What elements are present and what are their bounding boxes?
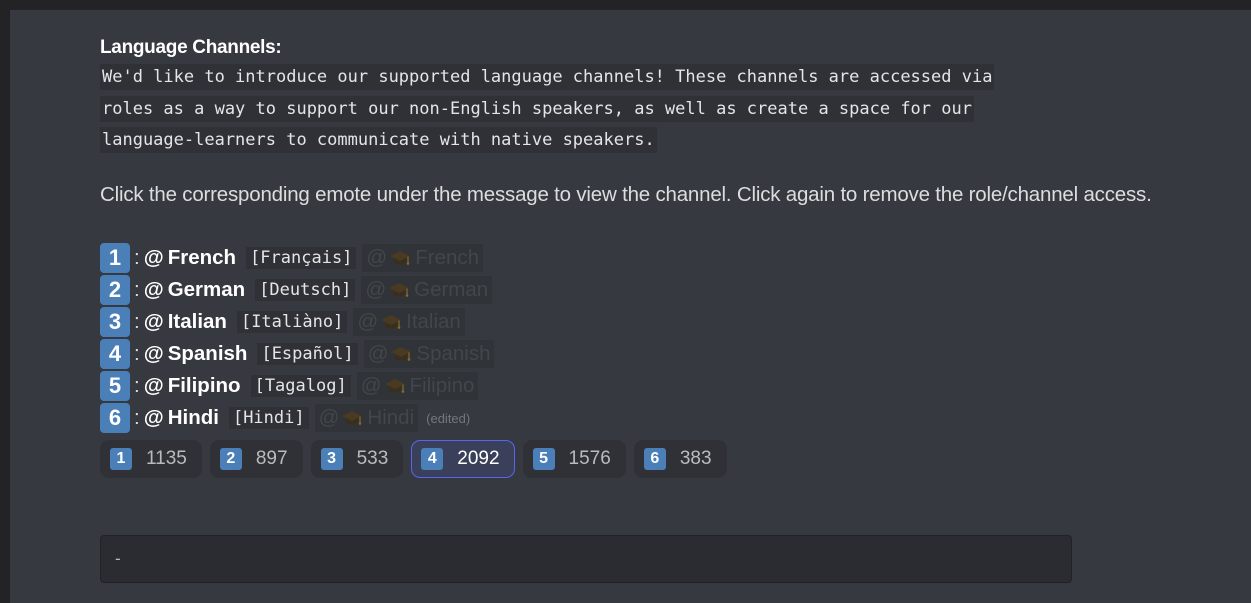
role-line-french: 1: @ French [Français] @ French	[100, 242, 1180, 274]
keycap-5-icon: 5	[532, 448, 555, 470]
code-block: We'd like to introduce our supported lan…	[100, 62, 1180, 157]
at-sign: @	[143, 406, 164, 429]
role-mention-name: Spanish	[416, 342, 491, 365]
code-line-text: We'd like to introduce our supported lan…	[100, 64, 995, 90]
code-line: language-learners to communicate with na…	[100, 125, 1180, 157]
at-sign: @	[143, 246, 164, 269]
graduation-cap-icon	[391, 347, 412, 361]
reaction-button-6[interactable]: 6 383	[633, 440, 727, 478]
keycap-5-icon: 5	[100, 371, 130, 401]
graduation-cap-icon	[342, 411, 363, 425]
native-language-name: [Deutsch]	[255, 279, 356, 301]
window-frame: Language Channels: We'd like to introduc…	[0, 0, 1251, 603]
keycap-4-icon: 4	[421, 448, 444, 470]
language-name: Filipino	[167, 374, 241, 397]
language-name: Italian	[167, 310, 227, 333]
language-name: Spanish	[167, 342, 248, 365]
role-mention-at: @	[357, 310, 379, 333]
language-name: French	[167, 246, 237, 269]
reaction-count: 897	[255, 448, 288, 469]
reaction-count: 533	[356, 448, 389, 469]
role-mention[interactable]: @ French	[362, 244, 484, 272]
role-mention[interactable]: @ German	[361, 276, 493, 304]
reaction-count: 2092	[457, 448, 500, 469]
graduation-cap-icon	[389, 283, 410, 297]
role-mention-name: Filipino	[409, 374, 475, 397]
message-heading: Language Channels:	[100, 37, 282, 58]
role-mention[interactable]: @ Filipino	[356, 372, 479, 400]
message-content: Language Channels: We'd like to introduc…	[100, 34, 1180, 478]
role-mention[interactable]: @ Spanish	[363, 340, 495, 368]
graduation-cap-icon	[384, 379, 405, 393]
code-line: roles as a way to support our non-Englis…	[100, 94, 1180, 126]
colon: :	[134, 278, 140, 301]
role-mention-name: Hindi	[367, 406, 415, 429]
native-language-name: [Tagalog]	[250, 375, 351, 397]
keycap-6-icon: 6	[100, 403, 130, 433]
native-language-name: [Hindi]	[228, 407, 309, 429]
edited-label: (edited)	[426, 410, 471, 426]
at-sign: @	[143, 310, 164, 333]
keycap-2-icon: 2	[219, 448, 242, 470]
keycap-4-icon: 4	[100, 339, 130, 369]
keycap-1-icon: 1	[100, 243, 130, 273]
instruction-paragraph: Click the corresponding emote under the …	[100, 182, 1152, 206]
reaction-button-5[interactable]: 5 1576	[522, 440, 626, 478]
reaction-count: 1576	[568, 448, 611, 469]
role-line-hindi: 6: @ Hindi [Hindi] @ Hindi (edited)	[100, 402, 1180, 434]
colon: :	[134, 374, 140, 397]
code-line-text: language-learners to communicate with na…	[100, 127, 657, 153]
message-input[interactable]: -	[100, 535, 1072, 583]
native-language-name: [Italiàno]	[236, 311, 348, 333]
keycap-2-icon: 2	[100, 275, 130, 305]
reaction-bar: 1 1135 2 897 3 533 4 2092 5 1576 6 383	[100, 440, 1180, 478]
role-mention-at: @	[367, 342, 389, 365]
native-language-name: [Français]	[246, 247, 357, 269]
keycap-6-icon: 6	[643, 448, 666, 470]
chat-panel: Language Channels: We'd like to introduc…	[10, 10, 1251, 603]
reaction-count: 1135	[146, 448, 187, 469]
keycap-3-icon: 3	[100, 307, 130, 337]
role-mention-name: Italian	[406, 310, 461, 333]
role-mention-at: @	[360, 374, 382, 397]
role-mention-at: @	[366, 246, 388, 269]
colon: :	[134, 342, 140, 365]
reaction-count: 383	[679, 448, 712, 469]
code-line: We'd like to introduce our supported lan…	[100, 62, 1180, 94]
native-language-name: [Español]	[257, 343, 358, 365]
graduation-cap-icon	[381, 315, 402, 329]
reaction-button-3[interactable]: 3 533	[310, 440, 404, 478]
at-sign: @	[143, 278, 164, 301]
colon: :	[134, 310, 140, 333]
at-sign: @	[143, 374, 164, 397]
role-mention-name: German	[414, 278, 489, 301]
colon: :	[134, 406, 140, 429]
keycap-1-icon: 1	[110, 448, 132, 470]
role-line-filipino: 5: @ Filipino [Tagalog] @ Filipino	[100, 370, 1180, 402]
role-line-spanish: 4: @ Spanish [Español] @ Spanish	[100, 338, 1180, 370]
role-line-german: 2: @ German [Deutsch] @ German	[100, 274, 1180, 306]
graduation-cap-icon	[390, 251, 411, 265]
reaction-button-4[interactable]: 4 2092	[411, 440, 515, 478]
colon: :	[134, 246, 140, 269]
role-mention-at: @	[318, 406, 340, 429]
at-sign: @	[143, 342, 164, 365]
reaction-button-1[interactable]: 1 1135	[100, 440, 202, 478]
role-line-italian: 3: @ Italian [Italiàno] @ Italian	[100, 306, 1180, 338]
reaction-button-2[interactable]: 2 897	[209, 440, 303, 478]
language-name: Hindi	[167, 406, 219, 429]
role-mention[interactable]: @ Hindi	[314, 404, 419, 432]
role-mention[interactable]: @ Italian	[353, 308, 465, 336]
keycap-3-icon: 3	[320, 448, 343, 470]
role-mention-at: @	[365, 278, 387, 301]
language-name: German	[167, 278, 246, 301]
role-list: 1: @ French [Français] @ French 2: @ German [Deut…	[100, 242, 1180, 434]
role-mention-name: French	[415, 246, 480, 269]
code-line-text: roles as a way to support our non-Englis…	[100, 95, 974, 122]
